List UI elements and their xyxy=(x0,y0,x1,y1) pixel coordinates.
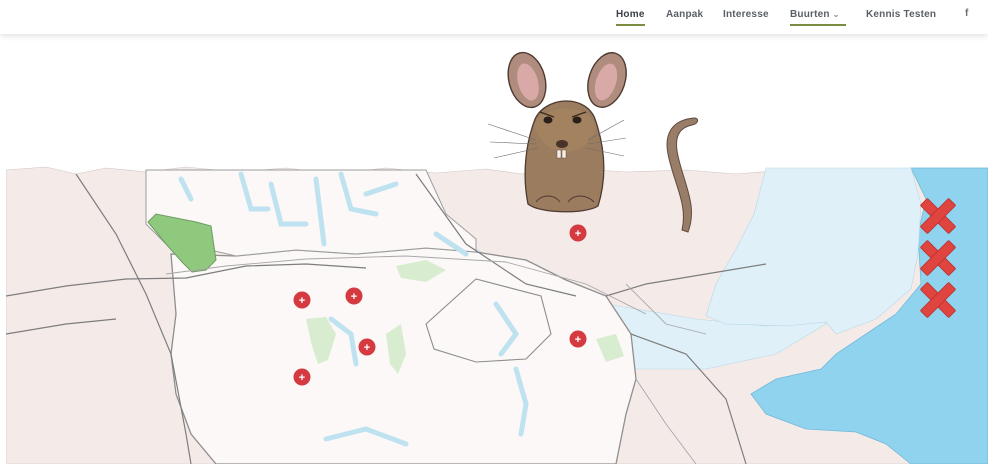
nav-item-label: Interesse xyxy=(723,9,769,20)
map-scene: + + + + + + xyxy=(6,34,988,464)
facebook-icon[interactable]: f xyxy=(965,8,968,19)
marker-plus-icon[interactable]: + xyxy=(569,224,587,242)
nav-item-label: Aanpak xyxy=(666,9,704,20)
svg-text:+: + xyxy=(364,342,370,354)
svg-text:+: + xyxy=(299,372,305,384)
marker-plus-icon[interactable]: + xyxy=(358,338,376,356)
svg-text:+: + xyxy=(575,334,581,346)
nav-item-buurten[interactable]: Buurten ⌄ xyxy=(790,9,846,26)
active-underline xyxy=(616,24,645,26)
nav-item-kennis-testen[interactable]: Kennis Testen xyxy=(866,9,936,20)
svg-text:+: + xyxy=(575,228,581,240)
marker-plus-icon[interactable]: + xyxy=(345,287,363,305)
nav-item-interesse[interactable]: Interesse xyxy=(723,9,769,20)
nav-item-label: Home xyxy=(616,9,645,20)
nav-item-label: Buurten xyxy=(790,9,830,20)
chevron-down-icon: ⌄ xyxy=(832,10,840,19)
top-nav: Home Aanpak Interesse Buurten ⌄ Kennis Te… xyxy=(0,0,988,34)
marker-plus-icon[interactable]: + xyxy=(569,330,587,348)
nav-item-aanpak[interactable]: Aanpak xyxy=(666,9,703,20)
marker-plus-icon[interactable]: + xyxy=(293,291,311,309)
svg-text:+: + xyxy=(299,295,305,307)
hover-underline xyxy=(790,24,846,26)
amsterdam-map: + + + + + + xyxy=(6,51,988,464)
marker-plus-icon[interactable]: + xyxy=(293,368,311,386)
nav-item-home[interactable]: Home xyxy=(616,9,645,26)
nav-item-label: Kennis Testen xyxy=(866,9,937,20)
svg-text:+: + xyxy=(351,291,357,303)
